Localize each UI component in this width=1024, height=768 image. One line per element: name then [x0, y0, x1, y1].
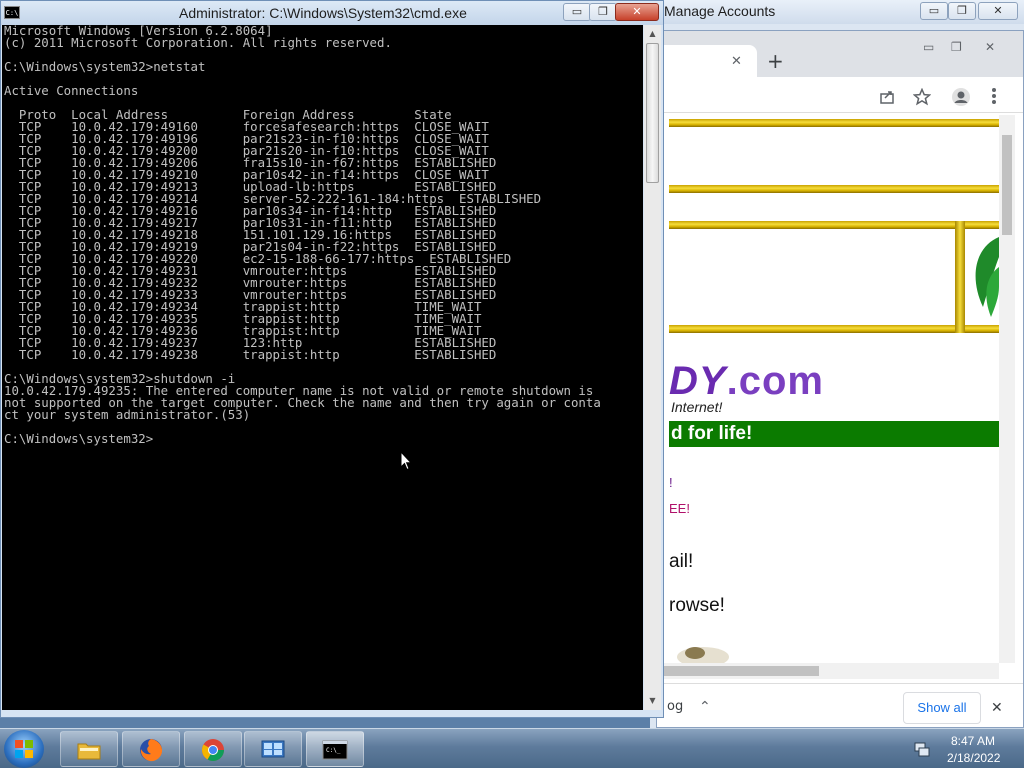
console-line: Active Connections	[4, 83, 139, 98]
clock-date[interactable]: 2/18/2022	[947, 751, 1000, 765]
cmd-titlebar[interactable]: C:\ Administrator: C:\Windows\System32\c…	[1, 1, 663, 25]
site-logo[interactable]: DY.com	[669, 359, 824, 404]
console-output[interactable]: Microsoft Windows [Version 6.2.8064] (c) …	[2, 25, 643, 710]
taskbar-chrome[interactable]	[184, 731, 242, 767]
green-banner: d for life!	[669, 421, 999, 447]
taskbar-file-explorer[interactable]	[60, 731, 118, 767]
minimize-button[interactable]: ▭	[920, 2, 948, 20]
chrome-maximize-icon[interactable]: ❐	[951, 39, 962, 55]
bamboo-border-3	[669, 325, 999, 333]
leaf-decoration	[975, 237, 999, 317]
cmd-title: Administrator: C:\Windows\System32\cmd.e…	[179, 5, 467, 21]
download-bar: og ⌃ Show all ✕	[657, 683, 1023, 727]
page-link-1[interactable]: !	[669, 475, 673, 490]
clock-time[interactable]: 8:47 AM	[951, 734, 995, 748]
bamboo-border-top	[669, 119, 999, 127]
address-bar-row	[657, 77, 1023, 113]
show-all-button[interactable]: Show all	[903, 692, 981, 724]
taskbar-control-panel[interactable]	[244, 731, 302, 767]
start-button[interactable]	[4, 730, 44, 768]
share-icon[interactable]	[879, 89, 895, 105]
chrome-icon	[202, 739, 224, 761]
page-link-2[interactable]: EE!	[669, 501, 690, 516]
bamboo-pole	[955, 221, 965, 333]
manage-accounts-titlebar[interactable]: Manage Accounts ▭ ❐ ✕	[650, 0, 1024, 24]
taskbar: C:\_ 8:47 AM 2/18/2022	[0, 728, 1024, 768]
page-text-mail: ail!	[669, 551, 694, 572]
console-line: (c) 2011 Microsoft Corporation. All righ…	[4, 35, 392, 50]
download-bar-close-icon[interactable]: ✕	[991, 700, 1003, 716]
page-vscroll-thumb[interactable]	[1002, 135, 1012, 235]
download-item-label[interactable]: og	[667, 699, 683, 715]
browser-tab[interactable]: ✕	[657, 45, 757, 77]
close-button[interactable]: ✕	[978, 2, 1018, 20]
cmd-icon: C:\	[4, 6, 20, 19]
web-page-content: DY.com Internet! d for life! ! EE! ail! …	[669, 115, 999, 675]
svg-text:C:\_: C:\_	[326, 747, 341, 754]
page-text-browse: rowse!	[669, 595, 725, 616]
cmd-vscroll-thumb[interactable]	[646, 43, 659, 183]
cmd-maximize-button[interactable]: ❐	[589, 3, 617, 21]
control-panel-icon	[261, 740, 285, 758]
menu-kebab-icon[interactable]	[991, 87, 997, 105]
scroll-up-arrow-icon[interactable]: ▲	[646, 27, 659, 41]
chrome-window: ✕ + ▭ ❐ ✕ DY.com Internet! d for life! !…	[656, 30, 1024, 728]
cmd-icon: C:\_	[322, 740, 348, 760]
folder-icon	[77, 743, 101, 760]
console-line: C:\Windows\system32>	[4, 431, 154, 446]
cmd-window: C:\ Administrator: C:\Windows\System32\c…	[0, 0, 664, 718]
taskbar-firefox[interactable]	[122, 731, 180, 767]
taskbar-cmd[interactable]: C:\_	[306, 731, 364, 767]
network-icon[interactable]	[914, 741, 930, 757]
site-tagline: Internet!	[671, 399, 723, 415]
console-line: ct your system administrator.(53)	[4, 407, 251, 422]
mouse-cursor-icon	[400, 451, 412, 471]
cmd-vertical-scrollbar[interactable]: ▲ ▼	[644, 25, 661, 710]
new-tab-icon[interactable]: +	[767, 51, 784, 71]
cmd-close-button[interactable]: ✕	[615, 3, 659, 21]
profile-avatar-icon[interactable]	[951, 87, 971, 107]
bamboo-border-1	[669, 185, 999, 193]
page-horizontal-scrollbar[interactable]	[657, 663, 999, 679]
logo-text: DY	[669, 359, 727, 403]
page-vertical-scrollbar[interactable]	[999, 115, 1015, 663]
cmd-minimize-button[interactable]: ▭	[563, 3, 591, 21]
page-image-fragment	[677, 647, 729, 665]
chrome-minimize-icon[interactable]: ▭	[923, 39, 934, 55]
page-hscroll-thumb[interactable]	[661, 666, 819, 676]
scroll-down-arrow-icon[interactable]: ▼	[646, 694, 659, 708]
chrome-close-icon[interactable]: ✕	[985, 39, 995, 55]
manage-accounts-title: Manage Accounts	[664, 3, 776, 19]
maximize-button[interactable]: ❐	[948, 2, 976, 20]
bamboo-border-2	[669, 221, 999, 229]
tab-close-icon[interactable]: ✕	[731, 54, 742, 70]
console-line: TCP 10.0.42.179:49238 trappist:http ESTA…	[4, 347, 497, 362]
chevron-up-icon[interactable]: ⌃	[699, 699, 711, 715]
console-line: C:\Windows\system32>netstat	[4, 59, 206, 74]
logo-dotcom: .com	[726, 359, 824, 403]
windows-flag-icon	[15, 740, 33, 758]
bookmark-star-icon[interactable]	[913, 88, 931, 106]
firefox-icon	[140, 739, 163, 762]
